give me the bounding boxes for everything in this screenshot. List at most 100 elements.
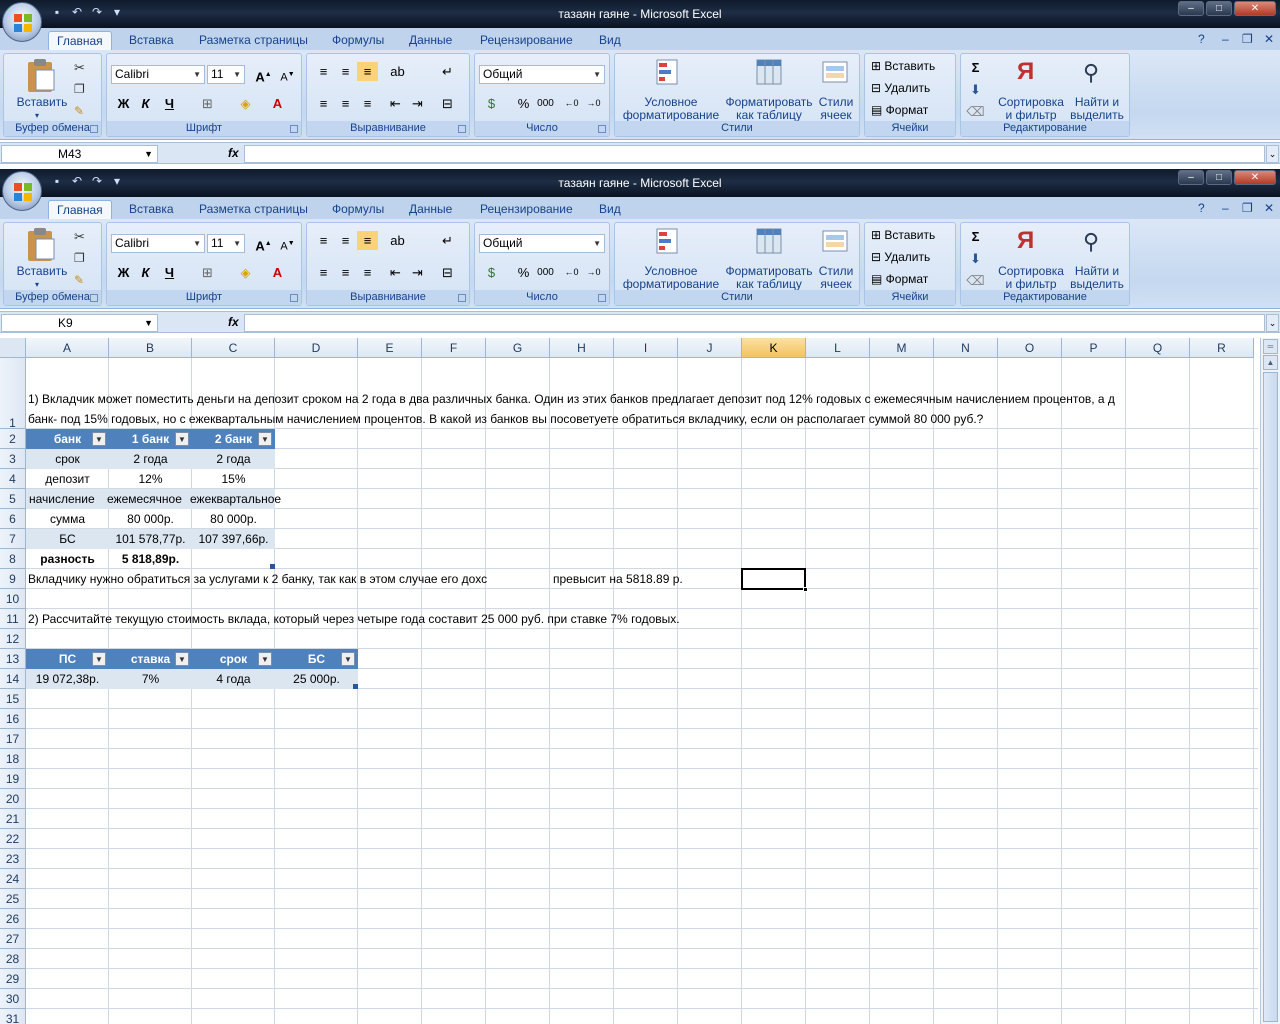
font-launcher-icon[interactable] [290,125,298,133]
fill-color-icon[interactable]: ◈ [235,263,256,282]
table1-cell[interactable]: сумма [26,509,109,529]
increase-indent-icon[interactable]: ⇥ [407,94,428,113]
orientation-icon[interactable]: ab [387,231,408,250]
table1-cell[interactable]: 12% [109,469,192,489]
office-button[interactable] [2,2,42,42]
name-box[interactable]: M43 ▼ [1,145,158,163]
row-header-5[interactable]: 5 [0,489,26,509]
select-all-corner[interactable] [0,338,26,358]
tab-page-layout[interactable]: Разметка страницы [191,200,316,219]
answer1-text[interactable]: Вкладчику нужно обратиться за услугами к… [28,569,551,589]
table2-cell[interactable]: 4 года [192,669,275,689]
paste-icon[interactable] [24,227,58,263]
filter-dropdown-icon[interactable]: ▼ [175,432,189,446]
column-header-i[interactable]: I [614,338,678,358]
font-size-combo[interactable]: 11 ▼ [207,65,245,84]
cell-styles-icon[interactable] [821,227,851,257]
column-header-m[interactable]: M [870,338,934,358]
tab-insert[interactable]: Вставка [121,31,182,50]
insert-cells-button[interactable]: ⊞ Вставить [871,60,951,73]
number-format-combo[interactable]: Общий ▼ [479,65,605,84]
help-icon[interactable]: ? [1198,32,1205,46]
grow-font-icon[interactable]: A▲ [253,65,274,84]
filter-dropdown-icon[interactable]: ▼ [175,652,189,666]
table2-header-ps[interactable]: ПС ▼ [26,649,109,669]
table1-header-bank1[interactable]: 1 банк ▼ [109,429,192,449]
number-launcher-icon[interactable] [598,125,606,133]
column-header-g[interactable]: G [486,338,550,358]
increase-indent-icon[interactable]: ⇥ [407,263,428,282]
format-cells-button[interactable]: ▤ Формат [871,273,951,286]
row-header-22[interactable]: 22 [0,829,26,849]
scroll-up-icon[interactable]: ▲ [1263,355,1278,370]
align-center-icon[interactable]: ≡ [335,94,356,113]
row-header-25[interactable]: 25 [0,889,26,909]
table1-cell[interactable]: начисление [29,489,107,509]
row-header-27[interactable]: 27 [0,929,26,949]
align-right-icon[interactable]: ≡ [357,94,378,113]
bold-button[interactable]: Ж [113,94,134,113]
font-color-icon[interactable]: A [267,94,288,113]
help-icon[interactable]: ? [1198,201,1205,215]
row-header-1[interactable]: 1 [0,358,26,430]
row-header-8[interactable]: 8 [0,549,26,569]
scroll-split-icon[interactable]: ═ [1263,339,1278,354]
column-header-q[interactable]: Q [1126,338,1190,358]
doc-close-icon[interactable]: ✕ [1264,201,1274,215]
column-header-a[interactable]: A [26,338,109,358]
column-header-k[interactable]: K [742,338,806,358]
tab-home[interactable]: Главная [48,200,112,219]
align-right-icon[interactable]: ≡ [357,263,378,282]
tab-view[interactable]: Вид [591,200,629,219]
orientation-icon[interactable]: ab [387,62,408,81]
paste-button-label[interactable]: Вставить [14,265,70,278]
tab-review[interactable]: Рецензирование [472,200,581,219]
currency-icon[interactable]: $ [481,263,502,282]
table1-cell[interactable]: 5 818,89р. [109,549,192,569]
close-button[interactable]: ✕ [1234,1,1276,16]
underline-button[interactable]: Ч [159,263,180,282]
scroll-thumb[interactable] [1263,372,1278,1022]
row-header-10[interactable]: 10 [0,589,26,609]
clear-icon[interactable]: ⌫ [965,271,986,290]
copy-icon[interactable]: ❐ [74,251,85,265]
thousands-button[interactable]: 000 [535,263,556,282]
sort-filter-icon[interactable]: Я [1017,58,1034,86]
formula-input[interactable] [244,314,1265,332]
font-name-combo[interactable]: Calibri ▼ [111,65,205,84]
tab-view[interactable]: Вид [591,31,629,50]
decrease-decimal-icon[interactable]: →0 [583,94,604,113]
column-header-f[interactable]: F [422,338,486,358]
fill-icon[interactable]: ⬇ [965,249,986,268]
filter-dropdown-icon[interactable]: ▼ [258,432,272,446]
paste-icon[interactable] [24,58,58,94]
align-bottom-icon[interactable]: ≡ [357,62,378,81]
table1-cell[interactable]: 2 года [109,449,192,469]
column-header-p[interactable]: P [1062,338,1126,358]
row-header-2[interactable]: 2 [0,429,26,449]
table1-cell[interactable]: депозит [26,469,109,489]
conditional-formatting-icon[interactable] [655,227,685,257]
decrease-decimal-icon[interactable]: →0 [583,263,604,282]
doc-restore-icon[interactable]: ❐ [1242,201,1253,215]
column-header-c[interactable]: C [192,338,275,358]
table1-cell[interactable]: 15% [192,469,275,489]
row-header-19[interactable]: 19 [0,769,26,789]
format-cells-button[interactable]: ▤ Формат [871,104,951,117]
row-header-9[interactable]: 9 [0,569,26,589]
worksheet-grid[interactable]: ABCDEFGHIJKLMNOPQR 1 2 3 4 5 6 7 8 9 10 11 12 13 14 15… [0,338,1280,1024]
clipboard-launcher-icon[interactable] [90,294,98,302]
row-header-18[interactable]: 18 [0,749,26,769]
table2-header-fv[interactable]: БС ▼ [275,649,358,669]
table1-cell[interactable]: БС [26,529,109,549]
autosum-icon[interactable]: Σ [965,227,986,246]
delete-cells-button[interactable]: ⊟ Удалить [871,251,951,264]
tab-insert[interactable]: Вставка [121,200,182,219]
format-painter-icon[interactable]: ✎ [74,273,84,287]
doc-minimize-icon[interactable]: – [1222,32,1229,46]
minimize-button[interactable]: – [1178,170,1204,185]
merge-center-icon[interactable]: ⊟ [437,263,458,282]
cut-icon[interactable]: ✂ [74,229,85,245]
table1-header-bank2[interactable]: 2 банк ▼ [192,429,275,449]
doc-close-icon[interactable]: ✕ [1264,32,1274,46]
